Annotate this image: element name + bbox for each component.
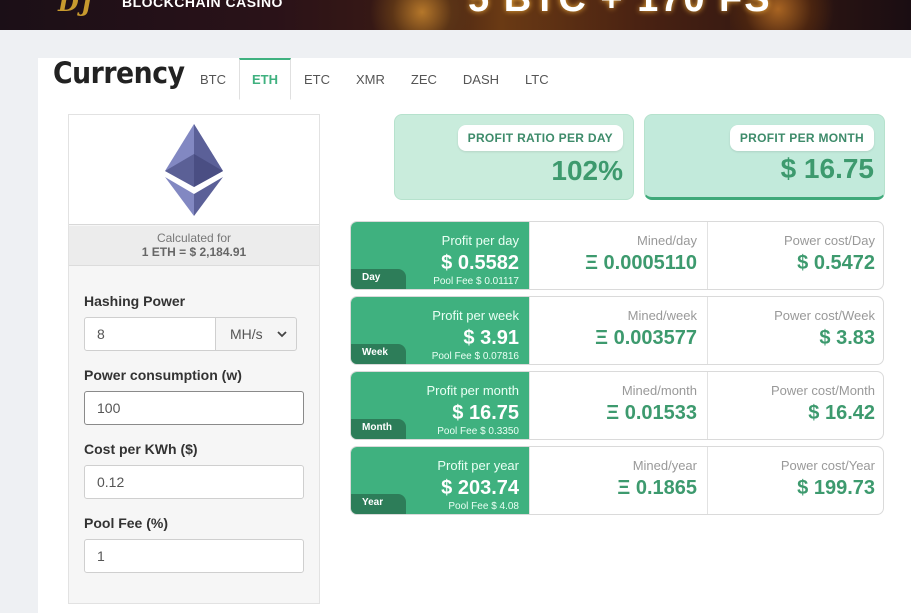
power-consumption-input[interactable]: 100 — [84, 391, 304, 425]
profit-ratio-box: PROFIT RATIO PER DAY 102% — [394, 114, 634, 200]
profit-label: Profit per year — [437, 458, 519, 473]
hashing-unit-value: MH/s — [230, 326, 263, 342]
profit-ratio-label: PROFIT RATIO PER DAY — [457, 125, 623, 151]
profit-label: Profit per month — [426, 383, 520, 398]
power-cost-value: $ 3.83 — [819, 327, 875, 349]
power-cost-label: Power cost/Year — [780, 458, 875, 473]
hashing-unit-select[interactable]: MH/s — [215, 317, 297, 351]
period-tag: Day — [351, 269, 406, 289]
banner-promo-text: 5 BTC + 170 FS — [468, 0, 772, 21]
row-year: Profit per year $ 203.74 Pool Fee $ 4.08… — [350, 446, 884, 515]
mined-cell: Mined/week Ξ 0.003577 — [529, 297, 707, 364]
tab-etc[interactable]: ETC — [291, 58, 343, 100]
mined-cell: Mined/day Ξ 0.0005110 — [529, 222, 707, 289]
promo-banner[interactable]: DJ BLOCKCHAIN CASINO 5 BTC + 170 FS — [0, 0, 911, 30]
ethereum-icon — [165, 124, 223, 216]
power-cost-value: $ 0.5472 — [797, 252, 875, 274]
mined-cell: Mined/month Ξ 0.01533 — [529, 372, 707, 439]
pool-fee-value: Pool Fee $ 0.01117 — [433, 276, 519, 287]
tab-xmr[interactable]: XMR — [343, 58, 398, 100]
pool-fee-label: Pool Fee (%) — [84, 515, 169, 531]
profit-cell: Profit per month $ 16.75 Pool Fee $ 0.33… — [351, 372, 529, 439]
profit-ratio-value: 102% — [551, 155, 623, 186]
mined-value: Ξ 0.003577 — [595, 327, 697, 349]
banner-artwork — [350, 0, 470, 30]
profit-label: Profit per week — [432, 308, 519, 323]
tab-zec[interactable]: ZEC — [398, 58, 450, 100]
tab-eth[interactable]: ETH — [239, 58, 291, 100]
chevron-down-icon — [277, 331, 287, 338]
power-cost-value: $ 199.73 — [797, 477, 875, 499]
rate-info: Calculated for 1 ETH = $ 2,184.91 — [69, 226, 319, 266]
coin-logo-box — [69, 115, 319, 225]
mined-label: Mined/month — [621, 383, 697, 398]
page-title: Currency — [53, 56, 185, 90]
profit-value: $ 3.91 — [463, 327, 519, 349]
power-consumption-label: Power consumption (w) — [84, 367, 242, 383]
period-tag: Week — [351, 344, 406, 364]
mined-label: Mined/day — [637, 233, 697, 248]
profit-month-value: $ 16.75 — [780, 153, 874, 184]
profit-cell: Profit per year $ 203.74 Pool Fee $ 4.08… — [351, 447, 529, 514]
power-cost-label: Power cost/Week — [774, 308, 875, 323]
period-tag: Month — [351, 419, 406, 439]
pool-fee-value: Pool Fee $ 4.08 — [448, 501, 519, 512]
power-cost-label: Power cost/Day — [783, 233, 875, 248]
power-cost-cell: Power cost/Month $ 16.42 — [707, 372, 883, 439]
hashing-power-label: Hashing Power — [84, 293, 186, 309]
mined-label: Mined/year — [632, 458, 697, 473]
power-cost-cell: Power cost/Week $ 3.83 — [707, 297, 883, 364]
currency-tabs: BTC ETH ETC XMR ZEC DASH LTC — [187, 58, 562, 100]
calc-label: Calculated for — [156, 231, 232, 245]
tab-btc[interactable]: BTC — [187, 58, 239, 100]
profit-cell: Profit per week $ 3.91 Pool Fee $ 0.0781… — [351, 297, 529, 364]
mined-cell: Mined/year Ξ 0.1865 — [529, 447, 707, 514]
mined-value: Ξ 0.1865 — [617, 477, 697, 499]
hashing-power-input[interactable]: 8 — [84, 317, 216, 351]
row-week: Profit per week $ 3.91 Pool Fee $ 0.0781… — [350, 296, 884, 365]
profit-value: $ 0.5582 — [441, 252, 519, 274]
exchange-rate: 1 ETH = $ 2,184.91 — [141, 245, 247, 259]
power-cost-cell: Power cost/Year $ 199.73 — [707, 447, 883, 514]
power-cost-cell: Power cost/Day $ 0.5472 — [707, 222, 883, 289]
profit-month-label: PROFIT PER MONTH — [729, 125, 874, 151]
profit-month-box: PROFIT PER MONTH $ 16.75 — [644, 114, 885, 200]
power-cost-label: Power cost/Month — [770, 383, 875, 398]
row-month: Profit per month $ 16.75 Pool Fee $ 0.33… — [350, 371, 884, 440]
profit-label: Profit per day — [441, 233, 519, 248]
mined-label: Mined/week — [627, 308, 697, 323]
mined-value: Ξ 0.01533 — [606, 402, 697, 424]
tab-ltc[interactable]: LTC — [512, 58, 562, 100]
profit-value: $ 16.75 — [452, 402, 519, 424]
cost-per-kwh-input[interactable]: 0.12 — [84, 465, 304, 499]
period-tag: Year — [351, 494, 406, 514]
banner-subtitle: BLOCKCHAIN CASINO — [122, 0, 283, 10]
pool-fee-value: Pool Fee $ 0.3350 — [437, 426, 519, 437]
profit-value: $ 203.74 — [441, 477, 519, 499]
row-day: Profit per day $ 0.5582 Pool Fee $ 0.011… — [350, 221, 884, 290]
cost-per-kwh-label: Cost per KWh ($) — [84, 441, 198, 457]
banner-logo: DJ — [58, 0, 95, 17]
power-cost-value: $ 16.42 — [808, 402, 875, 424]
input-card: Calculated for 1 ETH = $ 2,184.91 Hashin… — [68, 114, 320, 604]
tab-dash[interactable]: DASH — [450, 58, 512, 100]
pool-fee-value: Pool Fee $ 0.07816 — [431, 351, 519, 362]
profit-cell: Profit per day $ 0.5582 Pool Fee $ 0.011… — [351, 222, 529, 289]
mined-value: Ξ 0.0005110 — [585, 252, 697, 274]
pool-fee-input[interactable]: 1 — [84, 539, 304, 573]
